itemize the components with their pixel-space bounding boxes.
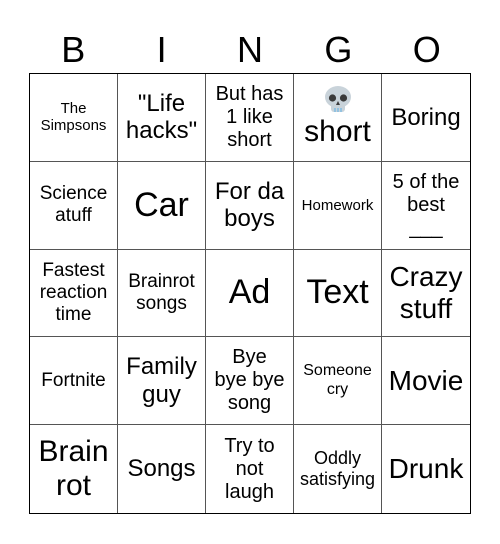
bingo-cell[interactable]: Crazy stuff xyxy=(382,250,470,338)
cell-text: Ad xyxy=(228,273,271,312)
header-letter-i: I xyxy=(156,29,167,70)
bingo-cell[interactable]: Movie xyxy=(382,337,470,426)
bingo-cell[interactable]: But has 1 like short xyxy=(206,74,294,162)
bingo-cell[interactable]: Homework xyxy=(294,161,382,250)
cell-text: The Simpsons xyxy=(40,100,107,135)
cell-text: Brainrot songs xyxy=(128,271,195,314)
cell-text: Bye bye bye song xyxy=(214,346,285,415)
bingo-cell[interactable]: Bye bye bye song xyxy=(206,337,294,426)
cell-text: short xyxy=(304,115,371,149)
cell-text: For da boys xyxy=(214,177,285,233)
cell-text: Try to not laugh xyxy=(224,434,275,503)
cell-text: Brain rot xyxy=(38,434,109,503)
cell-text: Songs xyxy=(127,455,196,483)
bingo-cell[interactable]: Fastest reaction time xyxy=(30,249,118,338)
cell-text: Drunk xyxy=(388,453,464,484)
cell-text: Fastest reaction time xyxy=(39,260,108,325)
cell-text: Boring xyxy=(391,103,461,131)
header-letter-b: B xyxy=(61,29,86,70)
cell-text: Crazy stuff xyxy=(389,260,463,324)
bingo-cell[interactable]: Car xyxy=(118,161,206,250)
bingo-cell[interactable]: Try to not laugh xyxy=(206,425,294,513)
bingo-cell[interactable]: Ad xyxy=(206,249,294,338)
bingo-cell[interactable]: 5 of the best ___ xyxy=(382,162,470,250)
bingo-cell[interactable]: "Life hacks" xyxy=(118,74,206,162)
bingo-cell[interactable]: Songs xyxy=(118,425,206,513)
bingo-cell[interactable]: Text xyxy=(294,249,382,338)
cell-text: But has 1 like short xyxy=(215,82,284,151)
skull-icon xyxy=(322,85,354,115)
bingo-cell[interactable]: Fortnite xyxy=(30,337,118,426)
cell-text: Someone cry xyxy=(303,362,372,398)
bingo-cell[interactable]: Boring xyxy=(382,74,470,162)
cell-text: Fortnite xyxy=(41,369,106,391)
bingo-cell[interactable]: short xyxy=(294,74,382,162)
cell-text: Family guy xyxy=(126,353,197,408)
cell-text: "Life hacks" xyxy=(125,89,198,145)
cell-text: Oddly satisfying xyxy=(299,448,376,490)
header-letter-n: N xyxy=(236,29,263,70)
bingo-cell[interactable]: Science atuff xyxy=(30,161,118,250)
bingo-cell[interactable]: For da boys xyxy=(206,161,294,250)
cell-text: Movie xyxy=(388,364,464,396)
bingo-cell[interactable]: The Simpsons xyxy=(30,74,118,162)
cell-text: 5 of the best ___ xyxy=(392,170,460,239)
cell-text: Car xyxy=(134,185,189,224)
bingo-cell[interactable]: Family guy xyxy=(118,337,206,426)
bingo-cell[interactable]: Oddly satisfying xyxy=(294,425,382,513)
header-letter-g: G xyxy=(324,29,353,70)
cell-text: Homework xyxy=(301,196,374,214)
cell-text: Science atuff xyxy=(39,183,108,227)
bingo-cell[interactable]: Someone cry xyxy=(294,337,382,426)
bingo-cell[interactable]: Brainrot songs xyxy=(118,249,206,338)
header-letter-o: O xyxy=(412,29,441,70)
bingo-cell[interactable]: Drunk xyxy=(382,425,470,513)
bingo-cell[interactable]: Brain rot xyxy=(30,425,118,513)
bingo-header: B I N G O xyxy=(29,26,471,73)
cell-text: Text xyxy=(306,273,369,312)
bingo-board: The Simpsons "Life hacks" But has 1 like… xyxy=(29,73,471,514)
